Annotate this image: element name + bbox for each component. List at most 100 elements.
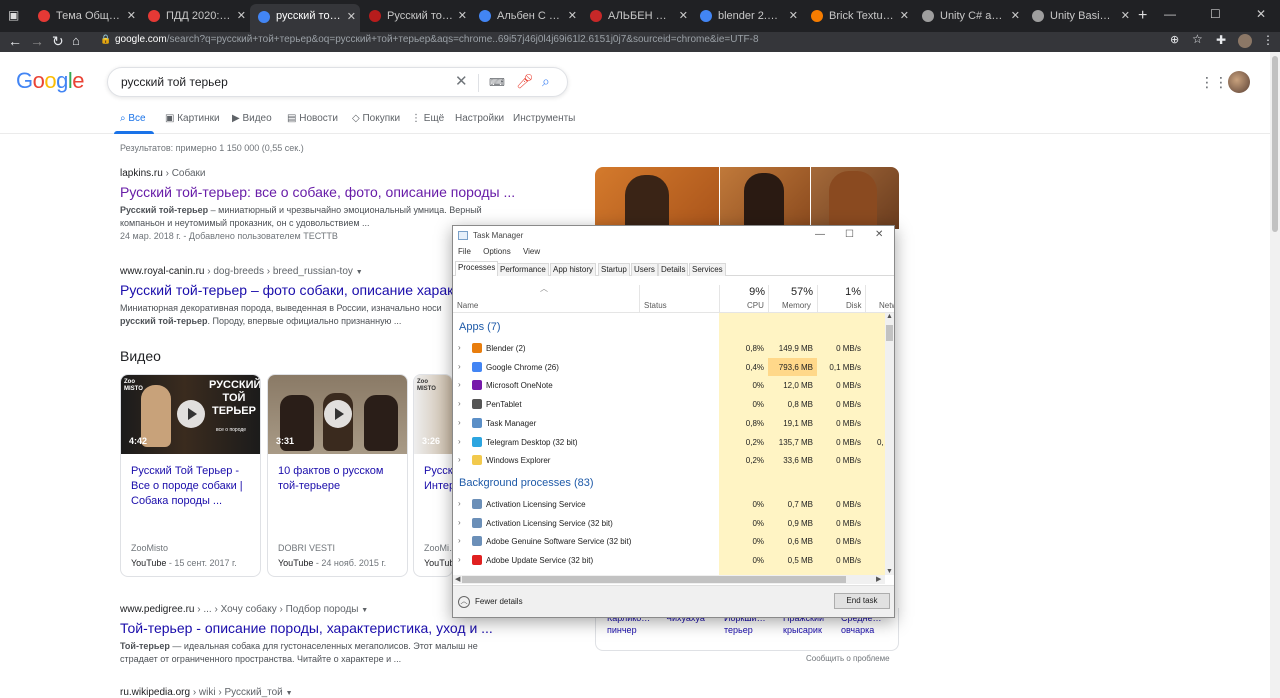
close-tab-icon[interactable]: ✕ [568, 9, 577, 22]
expand-chevron-icon[interactable]: › [458, 536, 461, 545]
browser-tab[interactable]: Unity Basics Tutori… ✕ [1024, 6, 1134, 28]
tab-search-icon[interactable]: ▣ [8, 8, 26, 24]
chrome-menu-icon[interactable]: ⋮ [1262, 33, 1274, 47]
tab-more[interactable]: ⋮ Ещё [411, 113, 444, 124]
expand-chevron-icon[interactable]: › [458, 518, 461, 527]
browser-tab[interactable]: Тема Общие пол… ✕ [30, 6, 140, 28]
result-title-link[interactable]: Русский той-терьер – фото собаки, описан… [120, 282, 467, 298]
browser-tab[interactable]: Русский той-терь… ✕ [361, 6, 471, 28]
close-window-icon[interactable]: ✕ [1256, 7, 1266, 21]
tab-all[interactable]: ⌕ Все [120, 113, 146, 124]
expand-chevron-icon[interactable]: › [458, 362, 461, 371]
result-breadcrumb[interactable]: www.royal-canin.ru › dog-breeds › breed_… [120, 266, 363, 277]
browser-tab[interactable]: Альбен С - Поиск… ✕ [471, 6, 581, 28]
tab-users[interactable]: Users [631, 263, 658, 276]
video-thumbnail[interactable]: Zoo MISTO 3:26 [414, 375, 452, 454]
keyboard-icon[interactable]: ⌨ [489, 76, 505, 89]
close-tab-icon[interactable]: ✕ [237, 9, 246, 22]
expand-chevron-icon[interactable]: › [458, 399, 461, 408]
result-title-link[interactable]: Той-терьер - описание породы, характерис… [120, 620, 493, 636]
play-icon[interactable] [324, 400, 352, 428]
close-icon[interactable]: ✕ [875, 229, 883, 240]
browser-tab[interactable]: Brick Texture Node… ✕ [803, 6, 913, 28]
sort-arrow-icon[interactable]: ︿ [540, 283, 548, 294]
process-row[interactable]: › Adobe Genuine Software Service (32 bit)… [453, 532, 885, 550]
expand-chevron-icon[interactable]: › [458, 437, 461, 446]
extensions-icon[interactable]: ✚ [1216, 33, 1226, 47]
video-card[interactable]: Zoo MISTO 3:26 Русск… Интер… ZooMi… YouT… [413, 374, 453, 577]
profile-avatar[interactable] [1238, 34, 1252, 48]
tab-app-history[interactable]: App history [550, 263, 597, 276]
tab-shopping[interactable]: ◇ Покупки [352, 113, 400, 124]
process-list-hscrollbar[interactable]: ◀ ▶ [453, 575, 885, 584]
tab-videos[interactable]: ▶ Видео [232, 113, 272, 124]
tab-settings[interactable]: Настройки [455, 113, 504, 124]
video-title[interactable]: Русск… Интер… [424, 464, 452, 494]
back-icon[interactable]: ← [8, 33, 22, 49]
video-title[interactable]: 10 фактов о русском той-терьере [278, 464, 400, 494]
tab-services[interactable]: Services [689, 263, 726, 276]
fewer-details-link[interactable]: Fewer details [475, 597, 523, 606]
location-icon[interactable]: ⊕ [1170, 33, 1179, 46]
video-card[interactable]: РУССКИЙ ТОЙ ТЕРЬЕР все о породе Zoo MIST… [120, 374, 261, 577]
close-tab-icon[interactable]: ✕ [458, 9, 467, 22]
bookmark-star-icon[interactable]: ☆ [1192, 32, 1203, 46]
expand-chevron-icon[interactable]: › [458, 380, 461, 389]
address-bar[interactable]: 🔒 google.com/search?q=русский+той+терьер… [92, 32, 1210, 50]
menu-file[interactable]: File [458, 247, 471, 256]
process-row[interactable]: › Adobe Update Service (32 bit) 0% 0,5 MB 0 … [453, 551, 885, 569]
scroll-left-icon[interactable]: ◀ [455, 575, 460, 583]
expand-chevron-icon[interactable]: › [458, 555, 461, 564]
process-row[interactable]: › Windows Explorer 0,2% 33,6 MB 0 MB/s [453, 451, 885, 469]
minimize-icon[interactable]: — [1164, 7, 1176, 21]
browser-tab[interactable]: русский той терь… ✕ [250, 4, 360, 32]
expand-chevron-icon[interactable]: › [458, 418, 461, 427]
close-tab-icon[interactable]: ✕ [900, 9, 909, 22]
process-row[interactable]: › Task Manager 0,8% 19,1 MB 0 MB/s [453, 414, 885, 432]
close-tab-icon[interactable]: ✕ [1011, 9, 1020, 22]
tab-details[interactable]: Details [658, 263, 689, 276]
close-tab-icon[interactable]: ✕ [347, 10, 356, 23]
lock-icon[interactable]: 🔒 [100, 34, 111, 45]
dog-image[interactable] [720, 167, 810, 229]
column-name[interactable]: Name [457, 301, 478, 310]
scroll-down-icon[interactable]: ▼ [886, 568, 893, 575]
report-problem-link[interactable]: Сообщить о проблеме [806, 654, 890, 663]
scroll-right-icon[interactable]: ▶ [876, 575, 881, 583]
process-row[interactable]: › Microsoft OneNote 0% 12,0 MB 0 MB/s [453, 376, 885, 394]
maximize-icon[interactable]: ☐ [845, 229, 854, 240]
video-title[interactable]: Русский Той Терьер - Все о породе собаки… [131, 464, 253, 509]
process-row[interactable]: › Google Chrome (26) 0,4% 793,6 MB 0,1 MB/s [453, 357, 885, 376]
tab-images[interactable]: ▣ Картинки [165, 113, 220, 124]
process-row[interactable]: › PenTablet 0% 0,8 MB 0 MB/s [453, 395, 885, 413]
tab-performance[interactable]: Performance [497, 263, 549, 276]
video-card[interactable]: 3:31 10 фактов о русском той-терьере DOB… [267, 374, 408, 577]
forward-icon[interactable]: → [30, 33, 44, 49]
menu-options[interactable]: Options [483, 247, 511, 256]
result-title-link[interactable]: Русский той-терьер: все о собаке, фото, … [120, 184, 515, 200]
expand-chevron-icon[interactable]: › [458, 499, 461, 508]
result-breadcrumb[interactable]: ru.wikipedia.org › wiki › Русский_той ▼ [120, 687, 293, 698]
task-manager-titlebar[interactable]: Task Manager — ☐ ✕ [453, 226, 894, 246]
apps-group-header[interactable]: Apps (7) [459, 321, 501, 333]
browser-tab[interactable]: АЛЬБЕН С инстру… ✕ [582, 6, 692, 28]
process-list-vscrollbar[interactable]: ▲ ▼ [885, 313, 894, 575]
column-memory[interactable]: Memory [782, 301, 811, 310]
search-input[interactable]: русский той терьер ✕ ⌨ 🎤︎ ⌕ [107, 67, 568, 97]
scroll-up-icon[interactable]: ▲ [886, 313, 893, 320]
tab-processes[interactable]: Processes [455, 261, 499, 276]
search-icon[interactable]: ⌕ [542, 73, 550, 90]
page-scrollbar-thumb[interactable] [1272, 56, 1278, 232]
close-tab-icon[interactable]: ✕ [679, 9, 688, 22]
chevron-up-icon[interactable]: ︿ [458, 596, 470, 608]
minimize-icon[interactable]: — [815, 229, 825, 240]
tab-startup[interactable]: Startup [598, 263, 630, 276]
voice-search-icon[interactable]: 🎤︎ [516, 73, 534, 90]
end-task-button[interactable]: End task [834, 593, 890, 609]
close-tab-icon[interactable]: ✕ [789, 9, 798, 22]
account-avatar[interactable] [1228, 71, 1250, 93]
tab-tools[interactable]: Инструменты [513, 113, 575, 124]
expand-chevron-icon[interactable]: › [458, 343, 461, 352]
video-thumbnail[interactable]: РУССКИЙ ТОЙ ТЕРЬЕР все о породе Zoo MIST… [121, 375, 260, 454]
vscroll-thumb[interactable] [886, 325, 893, 341]
